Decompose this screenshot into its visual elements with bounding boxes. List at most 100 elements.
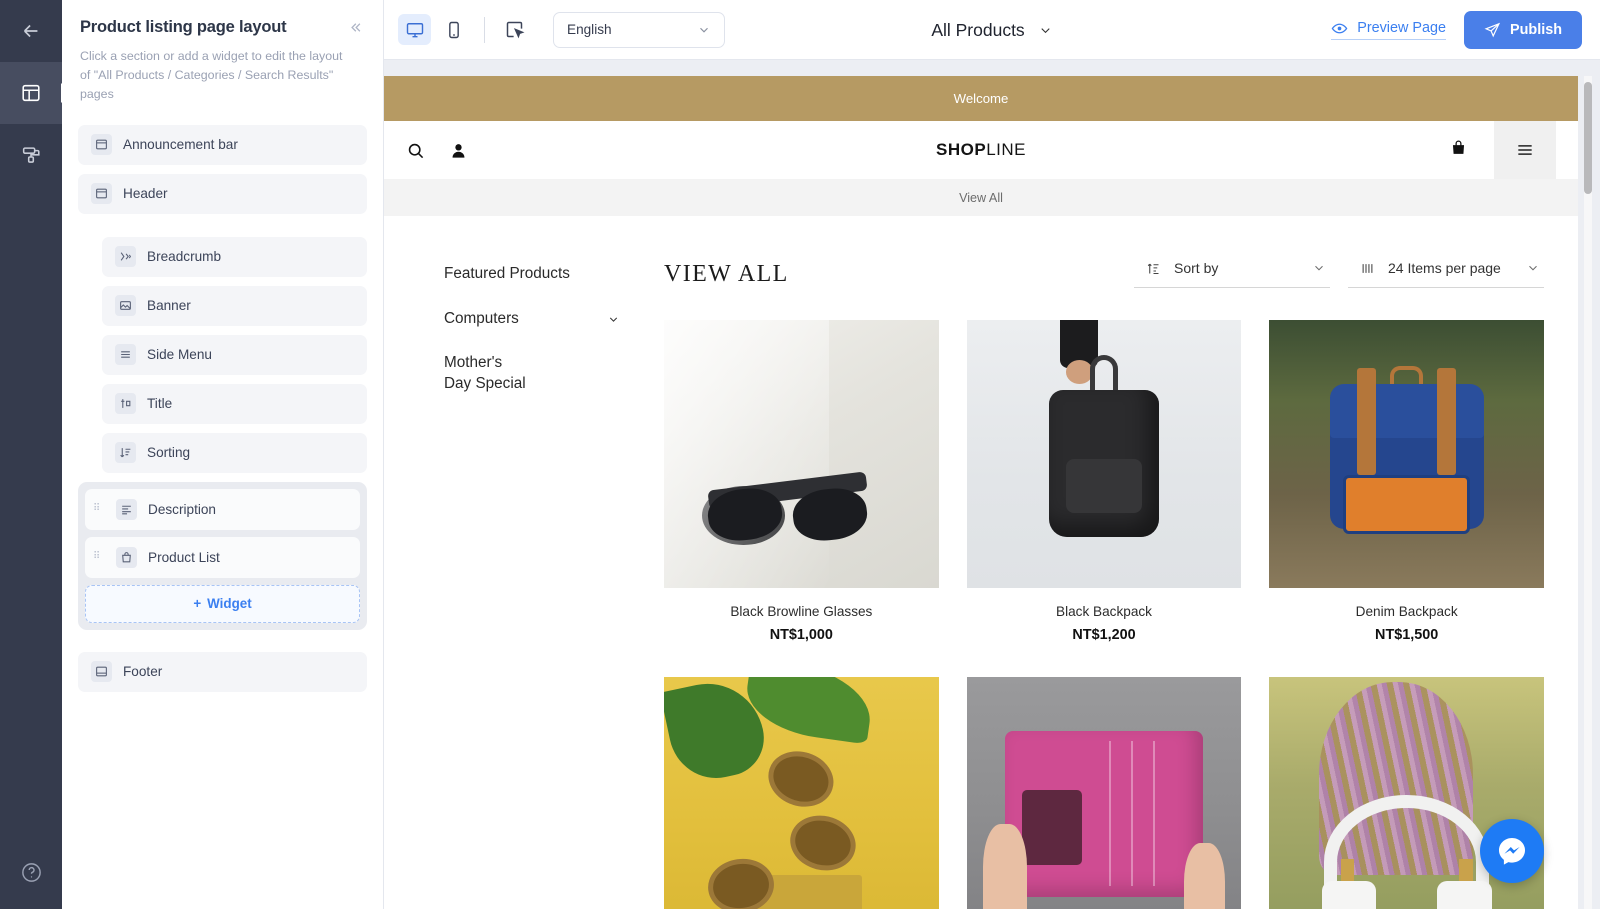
layout-panel: Product listing page layout Click a sect… (62, 0, 384, 909)
category-item-mothers-day[interactable]: Mother's Day Special (444, 353, 574, 394)
layout-icon (22, 84, 40, 102)
sidebar-item-label: Description (148, 501, 216, 517)
preview-canvas: Welcome SHOPLINE View All Featured Produ… (384, 60, 1600, 909)
collapse-panel-button[interactable] (348, 20, 363, 38)
product-card[interactable]: Black Backpack NT$1,200 (966, 320, 1242, 643)
category-label: Mother's Day Special (444, 354, 526, 392)
messenger-button[interactable] (1480, 819, 1544, 883)
panel-header: Product listing page layout Click a sect… (62, 0, 383, 111)
add-widget-button[interactable]: + Widget (85, 584, 360, 623)
panel-subtitle: Click a section or add a widget to edit … (80, 49, 343, 102)
sidebar-item-label: Side Menu (147, 347, 212, 363)
plus-icon: + (193, 596, 202, 612)
title-icon (115, 393, 136, 415)
wallet-artwork (966, 677, 1242, 909)
chevron-down-icon (1315, 265, 1323, 271)
product-grid: Black Browline Glasses NT$1,000 Black Ba… (664, 320, 1544, 909)
preview-scrollbar-thumb[interactable] (1584, 82, 1592, 194)
eye-icon (1331, 23, 1348, 33)
sidebar-item-description[interactable]: ⠿ Description (85, 488, 360, 530)
text-lines-icon (116, 498, 137, 520)
device-desktop-button[interactable] (398, 14, 431, 45)
list-divider-space (78, 223, 367, 237)
toolbar-actions: Preview Page Publish (1331, 10, 1582, 49)
items-per-page-label: 24 Items per page (1388, 260, 1501, 276)
sidebar-item-label: Header (123, 186, 168, 202)
announcement-text: Welcome (953, 91, 1009, 106)
sidebar-item-label: Product List (148, 549, 220, 565)
rail-item-theme[interactable] (0, 124, 62, 186)
sort-by-select[interactable]: Sort by (1134, 260, 1330, 288)
category-label: Featured Products (444, 265, 570, 282)
items-per-page-select[interactable]: 24 Items per page (1348, 260, 1544, 288)
chevron-down-icon (609, 317, 618, 322)
help-button[interactable] (20, 861, 43, 889)
breadcrumb: View All (384, 179, 1578, 216)
monitor-icon (406, 22, 423, 37)
rail-item-layout[interactable] (0, 62, 62, 124)
sort-by-label: Sort by (1174, 260, 1219, 276)
sidebar-item-title[interactable]: Title (102, 383, 367, 424)
product-name: Denim Backpack (1355, 604, 1458, 619)
select-element-button[interactable] (498, 14, 531, 45)
product-card[interactable]: Black Browline Glasses NT$1,000 (664, 320, 939, 643)
left-rail (0, 0, 62, 909)
logo-bold-part: SHOP (936, 140, 987, 159)
toolbar: English All Products Preview Page Publis… (384, 0, 1600, 60)
main-area: English All Products Preview Page Publis… (384, 0, 1600, 909)
sort-icon (115, 442, 136, 464)
app-root: Product listing page layout Click a sect… (0, 0, 1600, 909)
bag-icon (116, 546, 137, 568)
cursor-select-icon (506, 21, 525, 39)
product-image (664, 320, 939, 588)
toolbar-divider (484, 16, 485, 43)
product-name: Black Backpack (1056, 604, 1152, 619)
store-preview-frame: Welcome SHOPLINE View All Featured Produ… (384, 76, 1578, 909)
publish-label: Publish (1510, 21, 1562, 38)
window-top-icon (91, 134, 112, 156)
announcement-bar[interactable]: Welcome (384, 76, 1578, 121)
language-select[interactable]: English (553, 11, 725, 48)
product-name: Black Browline Glasses (730, 604, 873, 619)
product-image (664, 677, 939, 909)
backpack-artwork (966, 320, 1242, 588)
publish-button[interactable]: Publish (1464, 10, 1582, 49)
drag-handle-icon[interactable]: ⠿ (93, 552, 105, 562)
store-logo: SHOPLINE (384, 140, 1578, 160)
sidebar-item-product-list[interactable]: ⠿ Product List (85, 536, 360, 578)
sidebar-item-label: Sorting (147, 445, 191, 461)
product-card[interactable]: Denim Backpack NT$1,500 (1269, 320, 1544, 643)
sidebar-item-announcement-bar[interactable]: Announcement bar (78, 124, 367, 165)
window-top-icon (91, 183, 112, 205)
help-circle-icon (21, 863, 41, 882)
store-header[interactable]: SHOPLINE (384, 121, 1578, 179)
send-icon (1484, 22, 1501, 38)
product-price: NT$1,500 (1375, 627, 1439, 643)
category-side-menu: Featured Products Computers Mother's Day… (444, 260, 664, 909)
sidebar-item-banner[interactable]: Banner (102, 285, 367, 326)
category-label: Computers (444, 309, 519, 327)
page-selector-label: All Products (931, 19, 1025, 40)
sidebar-item-label: Footer (123, 664, 163, 680)
sidebar-item-side-menu[interactable]: Side Menu (102, 334, 367, 375)
category-item-featured[interactable]: Featured Products (444, 264, 664, 285)
back-button[interactable] (0, 0, 62, 62)
phone-icon (448, 21, 459, 38)
paint-roller-icon (22, 147, 40, 163)
product-card[interactable] (966, 677, 1242, 909)
sidebar-item-sorting[interactable]: Sorting (102, 432, 367, 473)
preview-page-button[interactable]: Preview Page (1331, 20, 1447, 40)
device-mobile-button[interactable] (437, 14, 470, 45)
sidebar-item-footer[interactable]: Footer (78, 651, 367, 692)
sidebar-item-label: Title (147, 396, 173, 412)
arrow-left-icon (23, 24, 38, 38)
product-card[interactable] (664, 677, 939, 909)
drag-handle-icon[interactable]: ⠿ (93, 504, 105, 514)
sidebar-item-breadcrumb[interactable]: Breadcrumb (102, 236, 367, 277)
chevron-down-icon (700, 27, 708, 33)
sidebar-item-header[interactable]: Header (78, 173, 367, 214)
category-item-computers[interactable]: Computers (444, 309, 664, 330)
list-divider-space-3 (78, 644, 367, 652)
page-selector[interactable]: All Products (931, 20, 1052, 41)
preview-scrollbar-track[interactable] (1584, 76, 1592, 909)
